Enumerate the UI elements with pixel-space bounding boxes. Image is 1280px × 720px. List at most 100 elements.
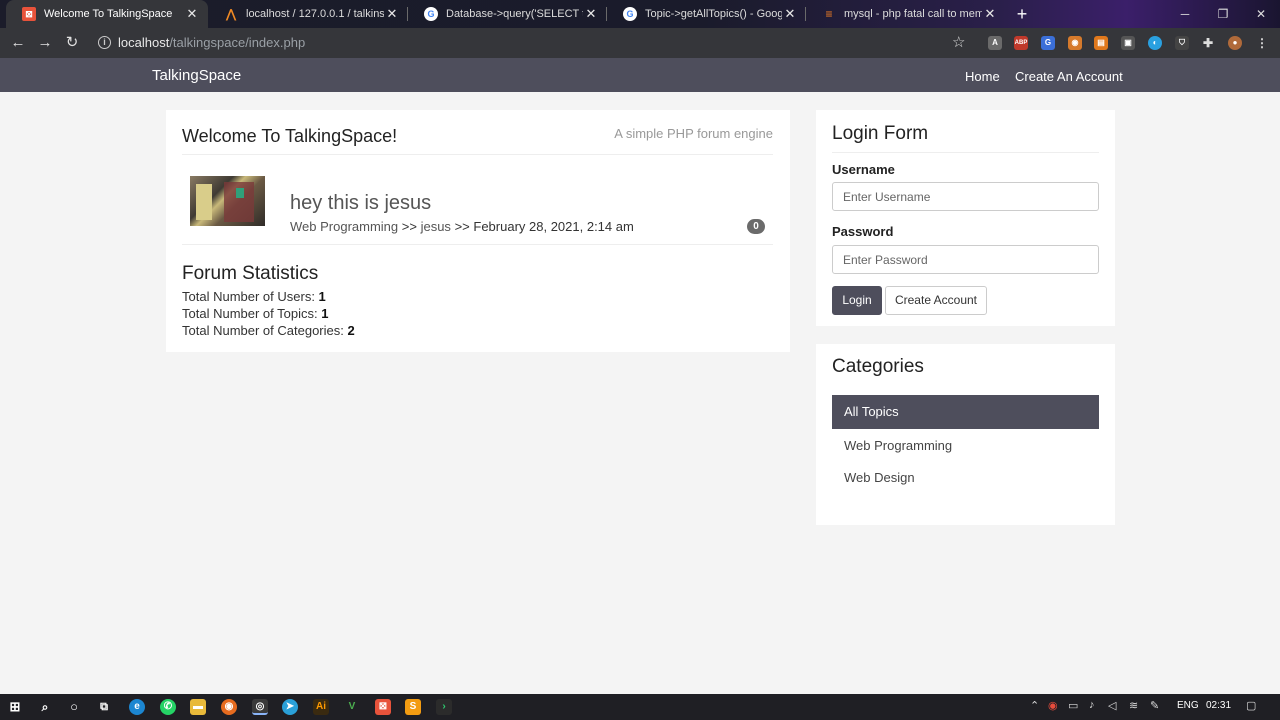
adblock-icon[interactable]: ABP (1014, 36, 1028, 50)
create-account-button[interactable]: Create Account (885, 286, 987, 315)
site-brand[interactable]: TalkingSpace (152, 67, 241, 84)
nav-home-link[interactable]: Home (965, 69, 1000, 84)
cortana-icon[interactable]: ○ (66, 699, 82, 715)
categories-panel: Categories All Topics Web Programming We… (816, 344, 1115, 525)
sublime-icon[interactable]: S (405, 699, 421, 715)
info-icon[interactable]: i (98, 36, 111, 49)
topic-title[interactable]: hey this is jesus (290, 192, 431, 215)
firefox-icon[interactable]: ◉ (221, 699, 237, 715)
phpmyadmin-icon: ⋀ (226, 7, 236, 21)
browser-tab-strip: ⊠ Welcome To TalkingSpace ✕ ⋀ localhost … (0, 0, 1280, 28)
record-icon[interactable]: ◉ (1048, 699, 1058, 712)
close-icon[interactable]: ✕ (583, 6, 599, 22)
tab-phpmyadmin[interactable]: ⋀ localhost / 127.0.0.1 / talkinspace ✕ (208, 0, 408, 28)
page-tagline: A simple PHP forum engine (614, 126, 773, 141)
close-icon[interactable]: ✕ (384, 6, 400, 22)
topic-avatar (190, 176, 265, 226)
tab-google-query[interactable]: G Database->query('SELECT topics ✕ (408, 0, 607, 28)
edge-icon[interactable]: e (129, 699, 145, 715)
reply-count-badge: 0 (747, 219, 765, 234)
login-button[interactable]: Login (832, 286, 882, 315)
google-icon: G (623, 7, 637, 21)
password-label: Password (832, 224, 894, 239)
site-navbar: TalkingSpace Home Create An Account (0, 58, 1280, 92)
close-icon[interactable]: ✕ (782, 6, 798, 22)
password-input[interactable] (832, 245, 1099, 274)
stat-topics: Total Number of Topics: 1 (182, 306, 329, 321)
illustrator-icon[interactable]: Ai (313, 699, 329, 715)
forward-icon[interactable]: → (35, 33, 55, 53)
chevron-up-icon[interactable]: ⌃ (1030, 699, 1039, 712)
categories-title: Categories (832, 356, 924, 377)
browser-toolbar: ← → ↻ i localhost/talkingspace/index.php… (0, 28, 1280, 58)
shield-icon[interactable]: ⛉ (1175, 36, 1189, 50)
address-bar[interactable]: i localhost/talkingspace/index.php (92, 29, 980, 57)
battery-icon[interactable]: ▭ (1068, 699, 1078, 712)
extension-icon[interactable]: A (988, 36, 1002, 50)
search-icon[interactable]: ⌕ (37, 699, 53, 715)
stats-title: Forum Statistics (182, 263, 319, 284)
microphone-icon[interactable]: ♪ (1089, 699, 1095, 711)
category-item-all-topics[interactable]: All Topics (832, 395, 1099, 429)
topic-meta: Web Programming >> jesus >> February 28,… (290, 219, 634, 234)
category-item-web-design[interactable]: Web Design (832, 461, 1099, 495)
page-title: Welcome To TalkingSpace! (182, 126, 398, 146)
back-icon[interactable]: ← (8, 33, 28, 53)
meta-separator: >> (454, 219, 470, 234)
bookmark-star-icon[interactable]: ☆ (952, 33, 965, 51)
close-icon[interactable]: ✕ (982, 6, 998, 22)
taskbar: ⊞ ⌕ ○ ⧉ e ✆ ▬ ◉ ◎ ➤ Ai V ⊠ S › ⌃ ◉ ▭ ♪ ◁… (0, 694, 1280, 720)
tab-label: Topic->getAllTopics() - Google S (645, 8, 782, 20)
wifi-icon[interactable]: ≋ (1129, 699, 1138, 712)
telegram-icon[interactable]: ➤ (282, 699, 298, 715)
xampp-icon: ⊠ (22, 7, 36, 21)
reload-icon[interactable]: ↻ (62, 33, 82, 53)
menu-icon[interactable]: ⋮ (1255, 36, 1269, 50)
windows-start-icon[interactable]: ⊞ (7, 699, 23, 715)
stat-categories: Total Number of Categories: 2 (182, 323, 355, 338)
language-indicator[interactable]: ENG (1177, 700, 1199, 711)
url-text: localhost/talkingspace/index.php (118, 35, 306, 50)
task-view-icon[interactable]: ⧉ (96, 699, 112, 715)
extension-icon[interactable]: ▤ (1094, 36, 1108, 50)
tab-welcome[interactable]: ⊠ Welcome To TalkingSpace ✕ (6, 0, 208, 28)
terminal-icon[interactable]: › (436, 699, 452, 715)
avatar[interactable]: ● (1228, 36, 1242, 50)
topic-category-link[interactable]: Web Programming (290, 219, 398, 234)
login-title: Login Form (832, 123, 929, 144)
username-label: Username (832, 162, 895, 177)
username-input[interactable] (832, 182, 1099, 211)
xampp-icon[interactable]: ⊠ (375, 699, 391, 715)
tab-google-topics[interactable]: G Topic->getAllTopics() - Google S ✕ (607, 0, 806, 28)
vim-icon[interactable]: V (344, 699, 360, 715)
volume-icon[interactable]: ◁ (1108, 699, 1116, 712)
topic-author-link[interactable]: jesus (421, 219, 451, 234)
tab-label: Welcome To TalkingSpace (44, 8, 173, 20)
new-tab-button[interactable]: + (1012, 4, 1032, 24)
category-item-web-programming[interactable]: Web Programming (832, 429, 1099, 463)
minimize-icon[interactable]: ─ (1166, 0, 1204, 28)
translate-icon[interactable]: G (1041, 36, 1055, 50)
meta-separator: >> (401, 219, 417, 234)
extension-icon[interactable]: ◐ (1148, 36, 1162, 50)
divider (182, 244, 773, 245)
close-icon[interactable]: ✕ (184, 6, 200, 22)
stat-users: Total Number of Users: 1 (182, 289, 326, 304)
extension-icon[interactable]: ▣ (1121, 36, 1135, 50)
pen-icon[interactable]: ✎ (1150, 699, 1159, 712)
stackoverflow-icon: ≡ (825, 7, 833, 21)
notification-icon[interactable]: ▢ (1246, 699, 1256, 712)
chrome-icon[interactable]: ◎ (252, 699, 268, 715)
whatsapp-icon[interactable]: ✆ (160, 699, 176, 715)
tab-label: mysql - php fatal call to member (844, 8, 982, 20)
extension-icon[interactable]: ◉ (1068, 36, 1082, 50)
file-explorer-icon[interactable]: ▬ (190, 699, 206, 715)
nav-create-account-link[interactable]: Create An Account (1015, 69, 1123, 84)
maximize-icon[interactable]: ❐ (1204, 0, 1242, 28)
clock[interactable]: 02:31 (1206, 700, 1231, 711)
main-panel: Welcome To TalkingSpace! A simple PHP fo… (166, 110, 790, 352)
window-close-icon[interactable]: ✕ (1242, 0, 1280, 28)
topic-date: February 28, 2021, 2:14 am (473, 219, 634, 234)
puzzle-icon[interactable]: ✚ (1201, 36, 1215, 50)
tab-stackoverflow[interactable]: ≡ mysql - php fatal call to member ✕ (806, 0, 1006, 28)
